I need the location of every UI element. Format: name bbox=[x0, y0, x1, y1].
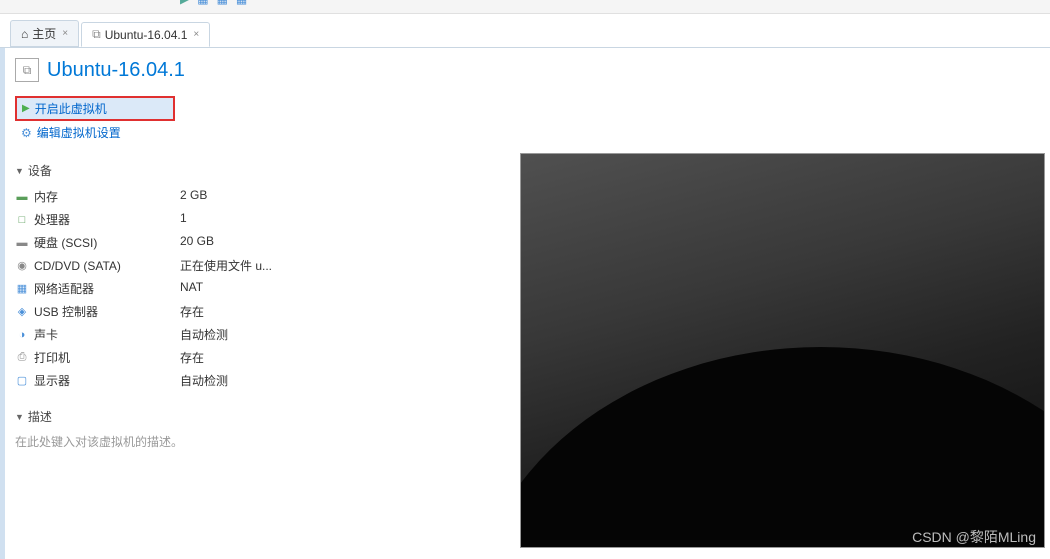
device-name: ⎙ 打印机 bbox=[15, 349, 180, 366]
device-row[interactable]: ◑ 声卡 自动检测 bbox=[15, 323, 335, 346]
devices-section: ▼ 设备 ▬ 内存 2 GB □ 处理器 1 ▬ 硬盘 (SCSI) 20 GB ◉ CD/DVD … bbox=[15, 162, 335, 392]
description-title: 描述 bbox=[28, 408, 52, 425]
device-row[interactable]: ▬ 硬盘 (SCSI) 20 GB bbox=[15, 231, 335, 254]
device-label: 打印机 bbox=[34, 349, 70, 366]
device-value: 1 bbox=[180, 211, 187, 228]
device-table: ▬ 内存 2 GB □ 处理器 1 ▬ 硬盘 (SCSI) 20 GB ◉ CD/DVD (SATA… bbox=[15, 185, 335, 392]
vm-preview[interactable] bbox=[520, 153, 1045, 548]
device-row[interactable]: ▢ 显示器 自动检测 bbox=[15, 369, 335, 392]
gear-icon: ⚙ bbox=[21, 126, 32, 140]
device-value: 20 GB bbox=[180, 234, 214, 251]
device-label: 处理器 bbox=[34, 211, 70, 228]
device-label: 声卡 bbox=[34, 326, 58, 343]
device-row[interactable]: □ 处理器 1 bbox=[15, 208, 335, 231]
device-label: CD/DVD (SATA) bbox=[34, 259, 121, 273]
description-placeholder[interactable]: 在此处键入对该虚拟机的描述。 bbox=[15, 431, 335, 452]
tab-vm[interactable]: ⧉ Ubuntu-16.04.1 × bbox=[81, 22, 210, 47]
device-row[interactable]: ▬ 内存 2 GB bbox=[15, 185, 335, 208]
devices-title: 设备 bbox=[28, 162, 52, 179]
device-icon: ▬ bbox=[15, 191, 29, 203]
device-icon: ⎙ bbox=[15, 351, 29, 364]
device-row[interactable]: ▦ 网络适配器 NAT bbox=[15, 277, 335, 300]
top-toolbar: ▶ ▦ ▦ ▦ bbox=[0, 0, 1050, 14]
toolbar-icon[interactable]: ▦ bbox=[236, 0, 247, 6]
action-list: ▶ 开启此虚拟机 ⚙ 编辑虚拟机设置 bbox=[15, 96, 335, 144]
device-label: 内存 bbox=[34, 188, 58, 205]
vm-icon: ⧉ bbox=[92, 27, 101, 42]
vm-title-text: Ubuntu-16.04.1 bbox=[47, 59, 185, 82]
close-icon[interactable]: × bbox=[193, 29, 199, 40]
device-name: ◈ USB 控制器 bbox=[15, 303, 180, 320]
edit-settings-label: 编辑虚拟机设置 bbox=[37, 124, 121, 141]
device-icon: □ bbox=[15, 214, 29, 226]
device-label: 网络适配器 bbox=[34, 280, 94, 297]
device-value: NAT bbox=[180, 280, 203, 297]
tab-home-label: 主页 bbox=[32, 25, 56, 42]
device-row[interactable]: ⎙ 打印机 存在 bbox=[15, 346, 335, 369]
device-name: ▬ 硬盘 (SCSI) bbox=[15, 234, 180, 251]
device-label: USB 控制器 bbox=[34, 303, 98, 320]
chevron-down-icon: ▼ bbox=[15, 412, 24, 422]
device-name: ▦ 网络适配器 bbox=[15, 280, 180, 297]
toolbar-play-icon[interactable]: ▶ bbox=[180, 0, 189, 6]
device-name: ◉ CD/DVD (SATA) bbox=[15, 257, 180, 274]
left-panel: ⧉ Ubuntu-16.04.1 ▶ 开启此虚拟机 ⚙ 编辑虚拟机设置 ▼ 设备… bbox=[5, 48, 335, 559]
edit-settings-button[interactable]: ⚙ 编辑虚拟机设置 bbox=[15, 121, 335, 144]
device-value: 存在 bbox=[180, 303, 204, 320]
close-icon[interactable]: × bbox=[62, 28, 68, 39]
device-icon: ▢ bbox=[15, 374, 29, 387]
content-area: ⧉ Ubuntu-16.04.1 ▶ 开启此虚拟机 ⚙ 编辑虚拟机设置 ▼ 设备… bbox=[0, 48, 1050, 559]
vm-title-row: ⧉ Ubuntu-16.04.1 bbox=[15, 58, 335, 82]
power-on-label: 开启此虚拟机 bbox=[35, 100, 107, 117]
device-label: 显示器 bbox=[34, 372, 70, 389]
device-icon: ◑ bbox=[15, 329, 29, 341]
power-on-button[interactable]: ▶ 开启此虚拟机 bbox=[15, 96, 175, 121]
device-icon: ◉ bbox=[15, 259, 29, 272]
watermark: CSDN @黎陌MLing bbox=[912, 527, 1036, 547]
device-value: 2 GB bbox=[180, 188, 207, 205]
toolbar-icon[interactable]: ▦ bbox=[197, 0, 208, 6]
play-icon: ▶ bbox=[22, 103, 30, 114]
device-label: 硬盘 (SCSI) bbox=[34, 234, 97, 251]
tab-vm-label: Ubuntu-16.04.1 bbox=[105, 28, 188, 42]
device-name: ◑ 声卡 bbox=[15, 326, 180, 343]
device-row[interactable]: ◉ CD/DVD (SATA) 正在使用文件 u... bbox=[15, 254, 335, 277]
toolbar-icon[interactable]: ▦ bbox=[217, 0, 228, 6]
right-panel bbox=[335, 48, 1050, 559]
vm-title-icon: ⧉ bbox=[15, 58, 39, 82]
device-value: 自动检测 bbox=[180, 326, 228, 343]
device-value: 存在 bbox=[180, 349, 204, 366]
device-icon: ▬ bbox=[15, 237, 29, 249]
device-name: □ 处理器 bbox=[15, 211, 180, 228]
device-name: ▢ 显示器 bbox=[15, 372, 180, 389]
home-icon: ⌂ bbox=[21, 27, 28, 41]
device-icon: ◈ bbox=[15, 305, 29, 318]
chevron-down-icon: ▼ bbox=[15, 166, 24, 176]
devices-header[interactable]: ▼ 设备 bbox=[15, 162, 335, 179]
device-value: 自动检测 bbox=[180, 372, 228, 389]
device-name: ▬ 内存 bbox=[15, 188, 180, 205]
tab-home[interactable]: ⌂ 主页 × bbox=[10, 20, 79, 47]
description-header[interactable]: ▼ 描述 bbox=[15, 408, 335, 425]
device-icon: ▦ bbox=[15, 282, 29, 295]
device-row[interactable]: ◈ USB 控制器 存在 bbox=[15, 300, 335, 323]
description-section: ▼ 描述 在此处键入对该虚拟机的描述。 bbox=[15, 408, 335, 452]
tab-bar: ⌂ 主页 × ⧉ Ubuntu-16.04.1 × bbox=[0, 14, 1050, 48]
device-value: 正在使用文件 u... bbox=[180, 257, 272, 274]
toolbar-icons: ▶ ▦ ▦ ▦ bbox=[180, 0, 247, 6]
